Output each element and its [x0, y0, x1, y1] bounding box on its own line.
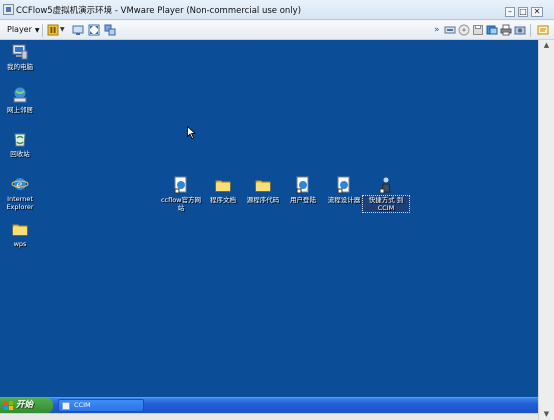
printer-icon[interactable] — [500, 24, 512, 36]
toolbar-separator — [42, 24, 43, 37]
usb-device-icon[interactable] — [486, 24, 498, 36]
guest-display: 我的电脑 网上邻居 回收站 e Internet Explorer wps cc… — [0, 40, 554, 420]
start-button[interactable]: 开始 — [0, 398, 53, 413]
send-ctrl-alt-del-icon[interactable] — [72, 24, 84, 36]
taskbar-item-ccim[interactable]: CCIM — [58, 399, 144, 412]
desktop-icon-recycle-bin[interactable]: 回收站 — [0, 130, 43, 158]
desktop-icon-label: 回收站 — [10, 150, 30, 158]
start-label: 开始 — [16, 400, 34, 410]
player-menu-label: Player — [7, 25, 32, 34]
desktop-icon-label: 我的电脑 — [7, 63, 33, 71]
desktop-icon-label: 用户登陆 — [290, 196, 316, 204]
folder-icon — [214, 176, 232, 194]
recycle-bin-icon — [11, 130, 29, 148]
folder-icon — [254, 176, 272, 194]
ie-icon: e — [11, 175, 29, 193]
web-shortcut-icon — [335, 176, 353, 194]
desktop-icon-label: Internet Explorer — [6, 195, 34, 211]
web-shortcut-icon — [172, 176, 190, 194]
desktop-icon-ccflow-website[interactable]: ccflow官方网站 — [158, 176, 204, 212]
horizontal-scrollbar[interactable] — [0, 413, 538, 420]
close-button[interactable]: ✕ — [531, 7, 543, 17]
sound-card-icon[interactable] — [514, 24, 526, 36]
desktop-icon-internet-explorer[interactable]: e Internet Explorer — [0, 175, 43, 211]
network-icon — [11, 86, 29, 104]
computer-icon — [11, 43, 29, 61]
desktop-icon-ccim-shortcut[interactable]: 快捷方式 到 CCIM — [362, 176, 410, 213]
scroll-up-icon[interactable]: ▲ — [542, 41, 551, 50]
vertical-scrollbar[interactable]: ▲ ▼ — [538, 40, 554, 420]
unity-icon[interactable] — [104, 24, 116, 36]
message-log-icon[interactable] — [537, 24, 549, 36]
desktop-icon-network-places[interactable]: 网上邻居 — [0, 86, 43, 114]
vmware-player-window: CCFlow5虚拟机演示环境 - VMware Player (Non-comm… — [0, 0, 554, 420]
title-bar[interactable]: CCFlow5虚拟机演示环境 - VMware Player (Non-comm… — [0, 0, 554, 20]
guest-desktop[interactable]: 我的电脑 网上邻居 回收站 e Internet Explorer wps cc… — [0, 40, 538, 397]
cd-drive-icon[interactable] — [458, 24, 470, 36]
pause-icon[interactable] — [47, 24, 59, 36]
folder-icon — [11, 220, 29, 238]
desktop-icon-label: wps — [13, 240, 27, 248]
taskbar-item-label: CCIM — [74, 401, 91, 409]
vmware-app-icon — [3, 4, 14, 15]
minimize-button[interactable]: – — [505, 7, 515, 17]
windows-logo-icon — [4, 401, 13, 410]
guest-taskbar: 开始 CCIM — [0, 397, 538, 413]
pause-dropdown-icon[interactable]: ▼ — [60, 24, 66, 36]
mouse-cursor-icon — [187, 126, 196, 139]
desktop-icon-user-login[interactable]: 用户登陆 — [280, 176, 326, 204]
toolbar-separator — [530, 24, 531, 37]
ccim-shortcut-icon — [377, 176, 395, 194]
maximize-button[interactable]: □ — [518, 7, 528, 17]
desktop-icon-label: 网上邻居 — [7, 106, 33, 114]
desktop-icon-label: ccflow官方网站 — [160, 196, 202, 212]
scroll-down-icon[interactable]: ▼ — [542, 410, 551, 419]
desktop-icon-my-computer[interactable]: 我的电脑 — [0, 43, 43, 71]
desktop-icon-flow-designer[interactable]: 流程设计器 — [321, 176, 367, 204]
floppy-drive-icon[interactable] — [472, 24, 484, 36]
web-shortcut-icon — [294, 176, 312, 194]
toolbar: Player ▼ ▼ » — [0, 21, 554, 40]
ccim-app-icon — [62, 402, 70, 410]
player-menu-button[interactable]: Player ▼ — [3, 23, 44, 37]
window-title: CCFlow5虚拟机演示环境 - VMware Player (Non-comm… — [16, 6, 302, 16]
network-adapter-icon[interactable] — [444, 24, 456, 36]
desktop-icon-label: 快捷方式 到 CCIM — [362, 195, 410, 213]
fullscreen-icon[interactable] — [88, 24, 100, 36]
desktop-icon-label: 流程设计器 — [327, 196, 361, 204]
chevron-down-icon: ▼ — [34, 27, 40, 34]
desktop-icon-wps[interactable]: wps — [0, 220, 43, 248]
